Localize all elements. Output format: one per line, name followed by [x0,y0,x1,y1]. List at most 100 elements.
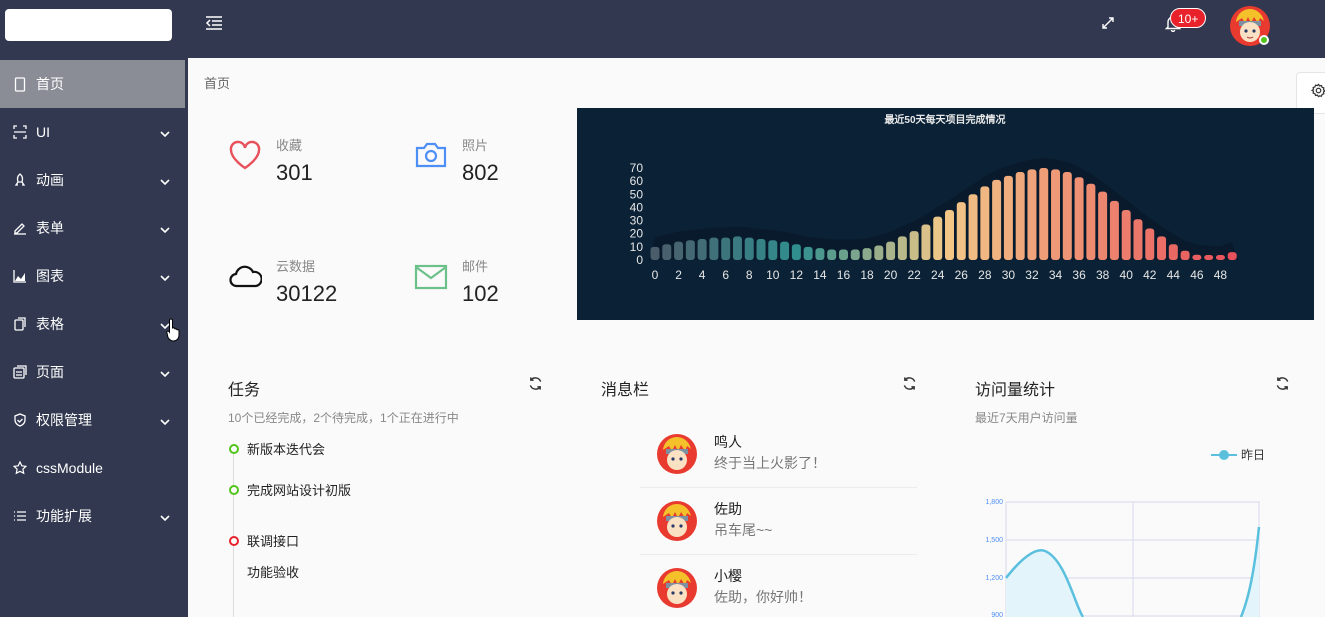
bar[interactable] [897,236,907,260]
heart-icon [228,139,264,175]
stat-value: 802 [462,160,499,185]
sidebar-item-permission[interactable]: 权限管理 [0,396,188,444]
bar[interactable] [1180,250,1190,260]
bar[interactable] [862,248,872,260]
bar[interactable] [1215,255,1225,260]
message-item[interactable]: 小樱 佐助，你好帅！ [640,556,917,617]
message-item[interactable]: 鸣人 终于当上火影了！ [640,422,917,488]
bar[interactable] [662,244,672,260]
notification-badge: 10+ [1170,8,1207,28]
message-sender: 佐助 [714,501,742,517]
logo[interactable] [5,9,172,41]
bar[interactable] [1192,254,1202,260]
x-tick-label: 14 [813,268,827,282]
bar[interactable] [1086,183,1096,260]
y-tick-label: 1,500 [985,537,1003,544]
bar[interactable] [886,241,896,260]
x-tick-label: 42 [1143,268,1157,282]
bar[interactable] [827,249,837,260]
bar[interactable] [1157,236,1167,260]
bar[interactable] [815,248,825,260]
message-item[interactable]: 佐助 吊车尾~~ [640,489,917,555]
bar[interactable] [1133,219,1143,260]
sidebar-item-label: 首页 [36,76,64,92]
bar[interactable] [744,237,754,260]
bar[interactable] [945,210,954,260]
bar[interactable] [709,237,719,260]
task-status-dot [229,443,239,454]
bar[interactable] [732,236,742,260]
x-tick-label: 48 [1214,268,1228,282]
sidebar-item-pages[interactable]: 页面 [0,348,188,396]
bar[interactable] [1204,255,1214,260]
pointer-cursor-icon [166,318,182,347]
bar[interactable] [1074,177,1084,260]
chart-legend[interactable]: 昨日 [1211,446,1265,463]
refresh-icon[interactable] [902,376,917,396]
bar[interactable] [1015,171,1025,260]
bar[interactable] [1051,169,1061,260]
tasks-title: 任务 [228,382,261,399]
bar[interactable] [721,237,731,260]
task-status-dot [229,484,239,495]
fullscreen-icon[interactable] [1101,16,1115,35]
bar[interactable] [768,240,778,260]
bar[interactable] [968,194,978,260]
stat-photos: 照片 802 [414,135,499,186]
stat-value: 301 [276,160,313,185]
sidebar-item-ui[interactable]: UI [0,108,188,156]
chevron-down-icon [160,173,170,189]
bar[interactable] [933,216,943,260]
bar[interactable] [1039,168,1049,260]
bar[interactable] [1121,210,1131,260]
bar[interactable] [685,240,695,260]
bar[interactable] [803,246,813,260]
sidebar-item-animation[interactable]: 动画 [0,156,188,204]
bar[interactable] [850,249,860,260]
bar[interactable] [1227,252,1237,260]
legend-marker [1211,449,1237,460]
camera-icon [414,139,450,175]
sidebar-menu: 首页 UI 动画 表单 图表 表格 页面 权限管理 cssModule 功能扩展 [0,60,188,540]
bar[interactable] [1027,169,1037,260]
edit-icon [12,220,28,236]
refresh-icon[interactable] [1275,376,1290,396]
x-tick-label: 18 [860,268,874,282]
bar[interactable] [874,245,884,260]
breadcrumb[interactable]: 首页 [204,73,230,92]
bar[interactable] [756,238,766,260]
message-sender: 小樱 [714,568,742,584]
bar[interactable] [838,249,848,260]
bar[interactable] [791,244,801,260]
area-chart-icon [12,268,28,284]
bar[interactable] [956,202,966,260]
bar[interactable] [1109,200,1119,260]
bar[interactable] [1098,191,1108,260]
bar[interactable] [921,224,931,260]
bar[interactable] [697,238,707,260]
menu-fold-icon[interactable] [205,15,223,36]
bar[interactable] [780,241,790,260]
stat-value: 102 [462,281,499,306]
sidebar-item-chart[interactable]: 图表 [0,252,188,300]
sidebar-item-table[interactable]: 表格 [0,300,188,348]
bar[interactable] [674,241,684,260]
bar[interactable] [1062,171,1072,260]
bar[interactable] [1168,244,1178,260]
bar[interactable] [909,231,919,260]
sidebar-item-home[interactable]: 首页 [0,60,185,108]
bar[interactable] [980,186,990,260]
y-tick-label: 0 [636,253,643,267]
sidebar: 首页 UI 动画 表单 图表 表格 页面 权限管理 cssModule 功能扩展 [0,0,188,617]
sidebar-item-label: 表单 [36,220,64,236]
sidebar-item-form[interactable]: 表单 [0,204,188,252]
sidebar-item-extension[interactable]: 功能扩展 [0,492,188,540]
bar[interactable] [1145,228,1155,260]
star-icon [12,460,28,476]
bar[interactable] [1003,175,1013,260]
bar[interactable] [650,246,660,260]
refresh-icon[interactable] [528,376,543,396]
bar[interactable] [992,179,1002,260]
stat-favorites: 收藏 301 [228,135,313,186]
sidebar-item-cssmodule[interactable]: cssModule [0,444,188,492]
